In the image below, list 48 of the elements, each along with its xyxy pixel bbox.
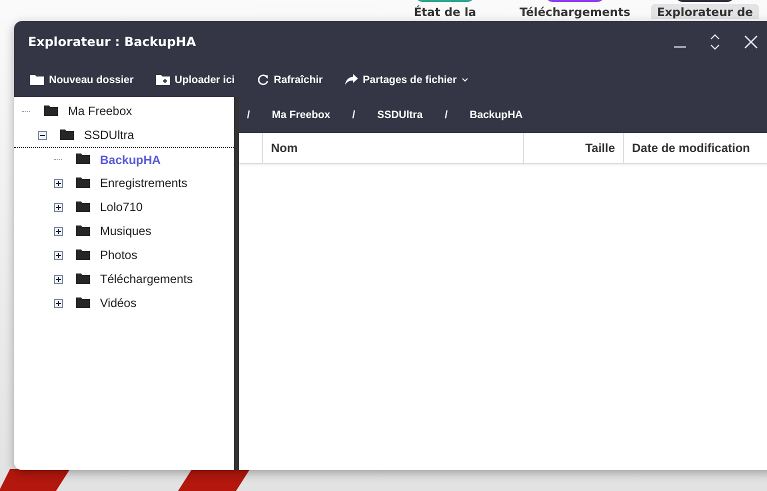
folder-icon — [60, 128, 74, 140]
tree-item[interactable]: BackupHA — [14, 147, 234, 171]
toolbar-button[interactable]: Nouveau dossier — [28, 72, 142, 88]
tree-item[interactable]: Photos — [14, 243, 234, 267]
breadcrumb-link[interactable]: SSDUltra — [377, 109, 423, 121]
breadcrumb-separator: / — [444, 109, 448, 121]
column-header[interactable]: Nom — [263, 133, 524, 163]
toggle-icon[interactable] — [54, 298, 63, 308]
tree-item[interactable]: Vidéos — [14, 291, 234, 315]
column-header[interactable]: Date de modification — [624, 133, 767, 163]
tree-item[interactable]: Téléchargements — [14, 267, 234, 291]
folder-icon — [76, 296, 90, 308]
folder-icon — [76, 272, 90, 284]
toggle-icon[interactable] — [38, 130, 47, 140]
column-header[interactable]: Taille — [524, 133, 624, 163]
toggle-icon[interactable] — [54, 226, 63, 236]
app-label[interactable]: Explorateur de — [651, 4, 759, 19]
folder-icon — [76, 200, 90, 212]
folder-icon — [76, 224, 90, 236]
toolbar-button[interactable]: Partages de fichier — [342, 72, 476, 88]
tree-item[interactable]: SSDUltra — [14, 123, 234, 147]
toggle-icon[interactable] — [54, 202, 63, 212]
folder-plus-icon — [156, 74, 170, 85]
folder-icon — [30, 74, 44, 85]
breadcrumb-link[interactable]: Ma Freebox — [272, 109, 330, 121]
share-arrow-icon — [344, 74, 358, 85]
toolbar-button[interactable]: Uploader ici — [154, 72, 243, 88]
folder-icon — [76, 248, 90, 260]
tree-item[interactable]: Lolo710 — [14, 195, 234, 219]
toolbar-button[interactable]: Rafraîchir — [254, 72, 331, 88]
window-title: Explorateur : BackupHA — [28, 34, 196, 49]
toggle-icon[interactable] — [54, 250, 63, 260]
maximize-icon[interactable] — [709, 32, 721, 50]
app-label[interactable]: Téléchargements — [514, 4, 636, 19]
breadcrumb-separator: / — [247, 109, 250, 121]
close-icon[interactable] — [743, 34, 759, 50]
tree-item[interactable]: Musiques — [14, 219, 234, 243]
folder-icon — [76, 153, 90, 164]
tree-item[interactable]: Ma Freebox — [14, 99, 234, 123]
breadcrumb-link[interactable]: BackupHA — [470, 109, 523, 121]
folder-icon — [44, 104, 58, 116]
folder-icon — [76, 176, 90, 188]
app-label[interactable]: État de la — [408, 4, 482, 19]
toggle-icon[interactable] — [54, 178, 63, 188]
refresh-icon — [256, 74, 269, 86]
breadcrumb-separator: / — [352, 109, 356, 121]
tree-item[interactable]: Enregistrements — [14, 171, 234, 195]
toggle-icon[interactable] — [54, 274, 63, 284]
